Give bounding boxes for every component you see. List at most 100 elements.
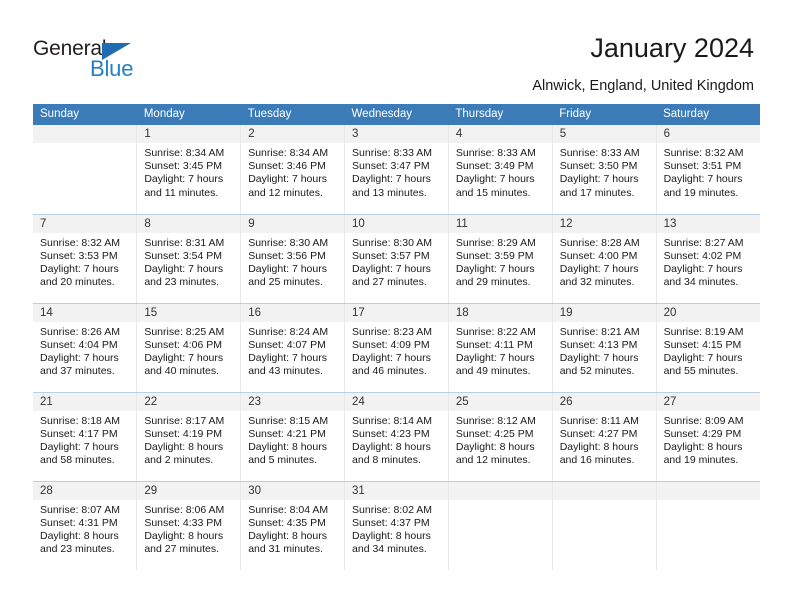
daylight-text-line2: and 19 minutes.: [663, 454, 739, 467]
daylight-text-line1: Daylight: 8 hours: [663, 440, 743, 453]
day-number: 16: [241, 303, 345, 322]
daylight-text-line2: and 37 minutes.: [40, 365, 115, 378]
calendar-day-cell[interactable]: 11 Sunrise: 8:29 AM Sunset: 3:59 PM Dayligh…: [447, 214, 553, 304]
daylight-text-line1: Daylight: 7 hours: [559, 262, 639, 275]
calendar-day-cell[interactable]: 4 Sunrise: 8:33 AM Sunset: 3:49 PM Daylight…: [447, 125, 553, 215]
sunset-text: Sunset: 4:07 PM: [248, 338, 326, 351]
sunset-text: Sunset: 4:27 PM: [559, 427, 638, 440]
calendar-day-cell-empty: [447, 481, 553, 570]
sunrise-text: Sunrise: 8:24 AM: [248, 325, 329, 338]
day-sun-info: Sunrise: 8:28 AM Sunset: 4:00 PM Daylight:…: [553, 233, 656, 290]
daylight-text-line1: Daylight: 8 hours: [144, 440, 224, 453]
daylight-text-line2: and 17 minutes.: [559, 186, 635, 199]
calendar-day-cell[interactable]: 29 Sunrise: 8:06 AM Sunset: 4:33 PM Dayligh…: [136, 481, 242, 570]
calendar-day-cell[interactable]: 22 Sunrise: 8:17 AM Sunset: 4:19 PM Dayligh…: [136, 392, 242, 482]
day-number: 3: [345, 125, 448, 143]
sunset-text: Sunset: 3:53 PM: [40, 249, 118, 262]
day-number: 23: [241, 392, 345, 411]
sunset-text: Sunset: 3:49 PM: [455, 160, 534, 173]
calendar-day-cell[interactable]: 30 Sunrise: 8:04 AM Sunset: 4:35 PM Dayligh…: [240, 481, 346, 570]
calendar-day-cell[interactable]: 25 Sunrise: 8:12 AM Sunset: 4:25 PM Dayligh…: [447, 392, 553, 482]
daylight-text-line2: and 49 minutes.: [455, 365, 531, 378]
daylight-text-line2: and 25 minutes.: [248, 276, 323, 289]
calendar-day-cell[interactable]: 3 Sunrise: 8:33 AM Sunset: 3:47 PM Daylight…: [344, 125, 449, 215]
sunset-text: Sunset: 4:02 PM: [663, 249, 742, 262]
sunrise-text: Sunrise: 8:04 AM: [248, 503, 329, 516]
weekday-header-tuesday: Tuesday: [240, 104, 345, 125]
calendar-day-cell[interactable]: 28 Sunrise: 8:07 AM Sunset: 4:31 PM Dayligh…: [33, 481, 138, 570]
sunset-text: Sunset: 4:37 PM: [352, 516, 430, 529]
daylight-text-line1: Daylight: 7 hours: [40, 351, 119, 364]
day-number: 13: [656, 214, 760, 233]
day-sun-info: Sunrise: 8:15 AM Sunset: 4:21 PM Daylight:…: [241, 411, 344, 468]
calendar-day-cell[interactable]: 15 Sunrise: 8:25 AM Sunset: 4:06 PM Dayligh…: [136, 303, 242, 393]
daylight-text-line1: Daylight: 7 hours: [144, 351, 224, 364]
calendar-day-cell[interactable]: 21 Sunrise: 8:18 AM Sunset: 4:17 PM Dayligh…: [33, 392, 138, 482]
day-sun-info: Sunrise: 8:23 AM Sunset: 4:09 PM Daylight:…: [345, 322, 448, 379]
page-title: January 2024: [590, 33, 754, 63]
calendar-day-cell[interactable]: 7 Sunrise: 8:32 AM Sunset: 3:53 PM Daylight…: [33, 214, 138, 304]
daylight-text-line1: Daylight: 7 hours: [352, 262, 431, 275]
calendar-day-cell[interactable]: 6 Sunrise: 8:32 AM Sunset: 3:51 PM Daylight…: [655, 125, 760, 215]
sunrise-text: Sunrise: 8:32 AM: [663, 147, 744, 159]
day-sun-info: Sunrise: 8:34 AM Sunset: 3:46 PM Daylight:…: [241, 143, 344, 200]
calendar-day-cell[interactable]: 23 Sunrise: 8:15 AM Sunset: 4:21 PM Dayligh…: [240, 392, 346, 482]
weekday-header-monday: Monday: [136, 104, 241, 125]
calendar-week-row: 1 Sunrise: 8:34 AM Sunset: 3:45 PM Daylight…: [33, 125, 760, 215]
daylight-text-line1: Daylight: 7 hours: [40, 440, 119, 453]
daylight-text-line2: and 46 minutes.: [352, 365, 427, 378]
calendar-day-cell[interactable]: 2 Sunrise: 8:34 AM Sunset: 3:46 PM Daylight…: [240, 125, 346, 215]
day-number: 26: [552, 392, 656, 411]
calendar-day-cell[interactable]: 24 Sunrise: 8:14 AM Sunset: 4:23 PM Dayligh…: [344, 392, 449, 482]
day-sun-info: Sunrise: 8:06 AM Sunset: 4:33 PM Daylight:…: [137, 500, 240, 557]
calendar-day-cell[interactable]: 18 Sunrise: 8:22 AM Sunset: 4:11 PM Dayligh…: [447, 303, 553, 393]
daylight-text-line1: Daylight: 7 hours: [248, 173, 327, 186]
sunset-text: Sunset: 4:33 PM: [144, 516, 222, 529]
calendar-day-cell[interactable]: 12 Sunrise: 8:28 AM Sunset: 4:00 PM Dayligh…: [551, 214, 657, 304]
calendar-week-row: 21 Sunrise: 8:18 AM Sunset: 4:17 PM Dayligh…: [33, 392, 760, 482]
sunrise-text: Sunrise: 8:33 AM: [352, 147, 432, 159]
daylight-text-line1: Daylight: 8 hours: [144, 529, 224, 542]
sunrise-text: Sunrise: 8:17 AM: [144, 414, 225, 427]
daylight-text-line2: and 12 minutes.: [248, 186, 323, 199]
day-number: 14: [33, 303, 137, 322]
day-number: 31: [345, 481, 448, 500]
daylight-text-line1: Daylight: 7 hours: [559, 173, 639, 186]
calendar-day-cell[interactable]: 10 Sunrise: 8:30 AM Sunset: 3:57 PM Dayligh…: [344, 214, 449, 304]
daylight-text-line2: and 5 minutes.: [248, 454, 318, 467]
daylight-text-line2: and 20 minutes.: [40, 276, 115, 289]
calendar-day-cell[interactable]: 27 Sunrise: 8:09 AM Sunset: 4:29 PM Dayligh…: [655, 392, 760, 482]
calendar-day-cell[interactable]: 19 Sunrise: 8:21 AM Sunset: 4:13 PM Dayligh…: [551, 303, 657, 393]
day-number: 21: [33, 392, 137, 411]
calendar-day-cell[interactable]: 5 Sunrise: 8:33 AM Sunset: 3:50 PM Daylight…: [551, 125, 657, 215]
calendar-day-cell[interactable]: 14 Sunrise: 8:26 AM Sunset: 4:04 PM Dayligh…: [33, 303, 138, 393]
calendar-day-cell[interactable]: 16 Sunrise: 8:24 AM Sunset: 4:07 PM Dayligh…: [240, 303, 346, 393]
daylight-text-line2: and 29 minutes.: [455, 276, 531, 289]
calendar-day-cell[interactable]: 31 Sunrise: 8:02 AM Sunset: 4:37 PM Dayligh…: [344, 481, 449, 570]
day-number: 20: [656, 303, 760, 322]
daylight-text-line2: and 16 minutes.: [559, 454, 635, 467]
sunset-text: Sunset: 3:54 PM: [144, 249, 222, 262]
daylight-text-line2: and 13 minutes.: [352, 186, 427, 199]
calendar-day-cell[interactable]: 20 Sunrise: 8:19 AM Sunset: 4:15 PM Dayligh…: [655, 303, 760, 393]
calendar-day-cell[interactable]: 13 Sunrise: 8:27 AM Sunset: 4:02 PM Dayligh…: [655, 214, 760, 304]
sunset-text: Sunset: 3:46 PM: [248, 160, 326, 173]
day-sun-info: Sunrise: 8:32 AM Sunset: 3:53 PM Daylight:…: [33, 233, 136, 290]
calendar-day-cell[interactable]: 8 Sunrise: 8:31 AM Sunset: 3:54 PM Daylight…: [136, 214, 242, 304]
daylight-text-line1: Daylight: 8 hours: [352, 440, 431, 453]
daylight-text-line1: Daylight: 7 hours: [248, 262, 327, 275]
day-sun-info: Sunrise: 8:14 AM Sunset: 4:23 PM Daylight:…: [345, 411, 448, 468]
sunrise-text: Sunrise: 8:02 AM: [352, 503, 432, 516]
daylight-text-line2: and 19 minutes.: [663, 186, 739, 199]
day-number: 11: [448, 214, 552, 233]
calendar-day-cell[interactable]: 9 Sunrise: 8:30 AM Sunset: 3:56 PM Daylight…: [240, 214, 346, 304]
sunset-text: Sunset: 3:57 PM: [352, 249, 430, 262]
calendar-day-cell[interactable]: 17 Sunrise: 8:23 AM Sunset: 4:09 PM Dayligh…: [344, 303, 449, 393]
sunrise-text: Sunrise: 8:15 AM: [248, 414, 329, 427]
day-number: 2: [241, 125, 345, 143]
general-blue-logo[interactable]: General Blue: [33, 37, 163, 83]
sunset-text: Sunset: 4:04 PM: [40, 338, 118, 351]
calendar-day-cell[interactable]: 1 Sunrise: 8:34 AM Sunset: 3:45 PM Daylight…: [136, 125, 242, 215]
daylight-text-line1: Daylight: 7 hours: [144, 173, 224, 186]
calendar-day-cell[interactable]: 26 Sunrise: 8:11 AM Sunset: 4:27 PM Dayligh…: [551, 392, 657, 482]
